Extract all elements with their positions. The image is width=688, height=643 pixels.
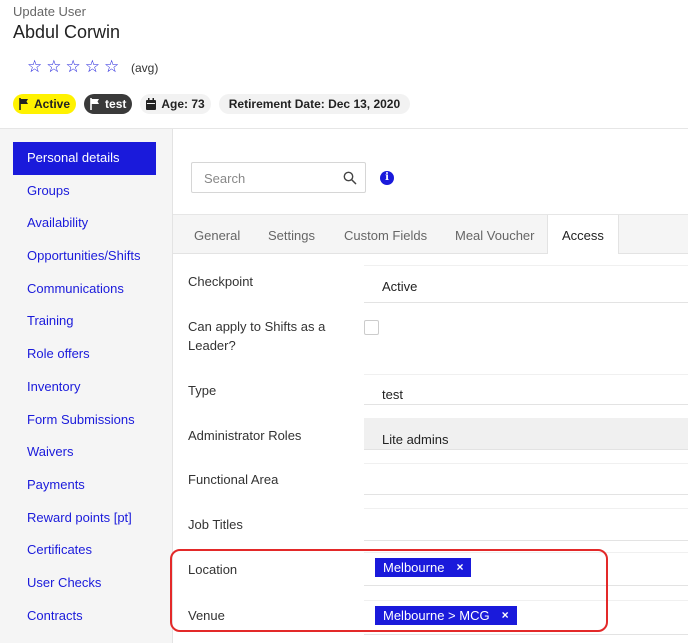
- status-badge-label: Active: [34, 97, 71, 111]
- age-badge-label: Age: 73: [161, 97, 205, 111]
- sidebar-nav: Personal details Groups Availability Opp…: [13, 142, 156, 632]
- job-titles-label: Job Titles: [188, 517, 243, 532]
- sidebar-item-certificates[interactable]: Certificates: [13, 534, 156, 567]
- admin-roles-value: Lite admins: [382, 432, 449, 447]
- sidebar-item-payments[interactable]: Payments: [13, 469, 156, 502]
- checkpoint-field[interactable]: Active: [364, 265, 688, 303]
- tab-general[interactable]: General: [184, 215, 250, 253]
- admin-roles-field[interactable]: Lite admins: [364, 418, 688, 450]
- sidebar-item-reward-points[interactable]: Reward points [pt]: [13, 502, 156, 535]
- sidebar-item-user-checks[interactable]: User Checks: [13, 567, 156, 600]
- sidebar-item-form-submissions[interactable]: Form Submissions: [13, 404, 156, 437]
- role-badge-label: test: [105, 97, 127, 111]
- sidebar-item-waivers[interactable]: Waivers: [13, 436, 156, 469]
- functional-area-label: Functional Area: [188, 472, 279, 487]
- retirement-badge: Retirement Date: Dec 13, 2020: [218, 94, 411, 114]
- type-value: test: [382, 387, 403, 402]
- sidebar-item-personal-details[interactable]: Personal details: [13, 142, 156, 175]
- search-input[interactable]: [202, 170, 336, 187]
- sidebar-item-opportunities-shifts[interactable]: Opportunities/Shifts: [13, 240, 156, 273]
- sidebar-item-contracts[interactable]: Contracts: [13, 600, 156, 633]
- tab-meal-voucher[interactable]: Meal Voucher: [445, 215, 545, 253]
- sidebar-item-groups[interactable]: Groups: [13, 175, 156, 208]
- calendar-icon: [146, 98, 157, 110]
- admin-roles-label: Administrator Roles: [188, 428, 302, 443]
- checkpoint-value: Active: [382, 279, 418, 294]
- page-subtitle: Update User: [13, 4, 86, 19]
- sidebar-item-communications[interactable]: Communications: [13, 273, 156, 306]
- rating-avg-label: (avg): [131, 61, 159, 75]
- star-icon[interactable]: ☆: [66, 57, 81, 77]
- star-icon[interactable]: ☆: [46, 57, 61, 77]
- job-titles-field[interactable]: [364, 508, 688, 541]
- highlight-box: [170, 549, 608, 632]
- sidebar-item-availability[interactable]: Availability: [13, 207, 156, 240]
- tab-settings[interactable]: Settings: [258, 215, 325, 253]
- checkpoint-label: Checkpoint: [188, 274, 254, 289]
- tab-access[interactable]: Access: [547, 215, 619, 254]
- functional-area-field[interactable]: [364, 463, 688, 495]
- type-field[interactable]: test: [364, 374, 688, 405]
- star-icon[interactable]: ☆: [27, 57, 42, 77]
- rating-stars[interactable]: ☆ ☆ ☆ ☆ ☆: [27, 57, 119, 77]
- sidebar-item-inventory[interactable]: Inventory: [13, 371, 156, 404]
- star-icon[interactable]: ☆: [104, 57, 119, 77]
- badge-row: Active test Age: 73 Retirement Date: Dec…: [13, 94, 411, 114]
- search-icon[interactable]: [343, 171, 357, 185]
- sidebar-item-training[interactable]: Training: [13, 305, 156, 338]
- retirement-badge-label: Retirement Date: Dec 13, 2020: [228, 97, 401, 111]
- tab-custom-fields[interactable]: Custom Fields: [334, 215, 437, 253]
- type-label: Type: [188, 383, 217, 398]
- flag-icon: [90, 98, 100, 110]
- sidebar-item-role-offers[interactable]: Role offers: [13, 338, 156, 371]
- flag-icon: [19, 98, 28, 110]
- user-name: Abdul Corwin: [13, 22, 121, 42]
- sidebar: Personal details Groups Availability Opp…: [0, 129, 173, 643]
- star-icon[interactable]: ☆: [85, 57, 100, 77]
- role-badge: test: [84, 94, 133, 114]
- age-badge: Age: 73: [140, 94, 211, 114]
- search-box: [191, 162, 366, 193]
- tab-bar: General Settings Custom Fields Meal Vouc…: [173, 214, 688, 254]
- info-icon[interactable]: i: [380, 171, 394, 185]
- status-badge: Active: [13, 94, 77, 114]
- shift-leader-checkbox[interactable]: [364, 320, 379, 335]
- shift-leader-label: Can apply to Shifts as a Leader?: [188, 319, 326, 353]
